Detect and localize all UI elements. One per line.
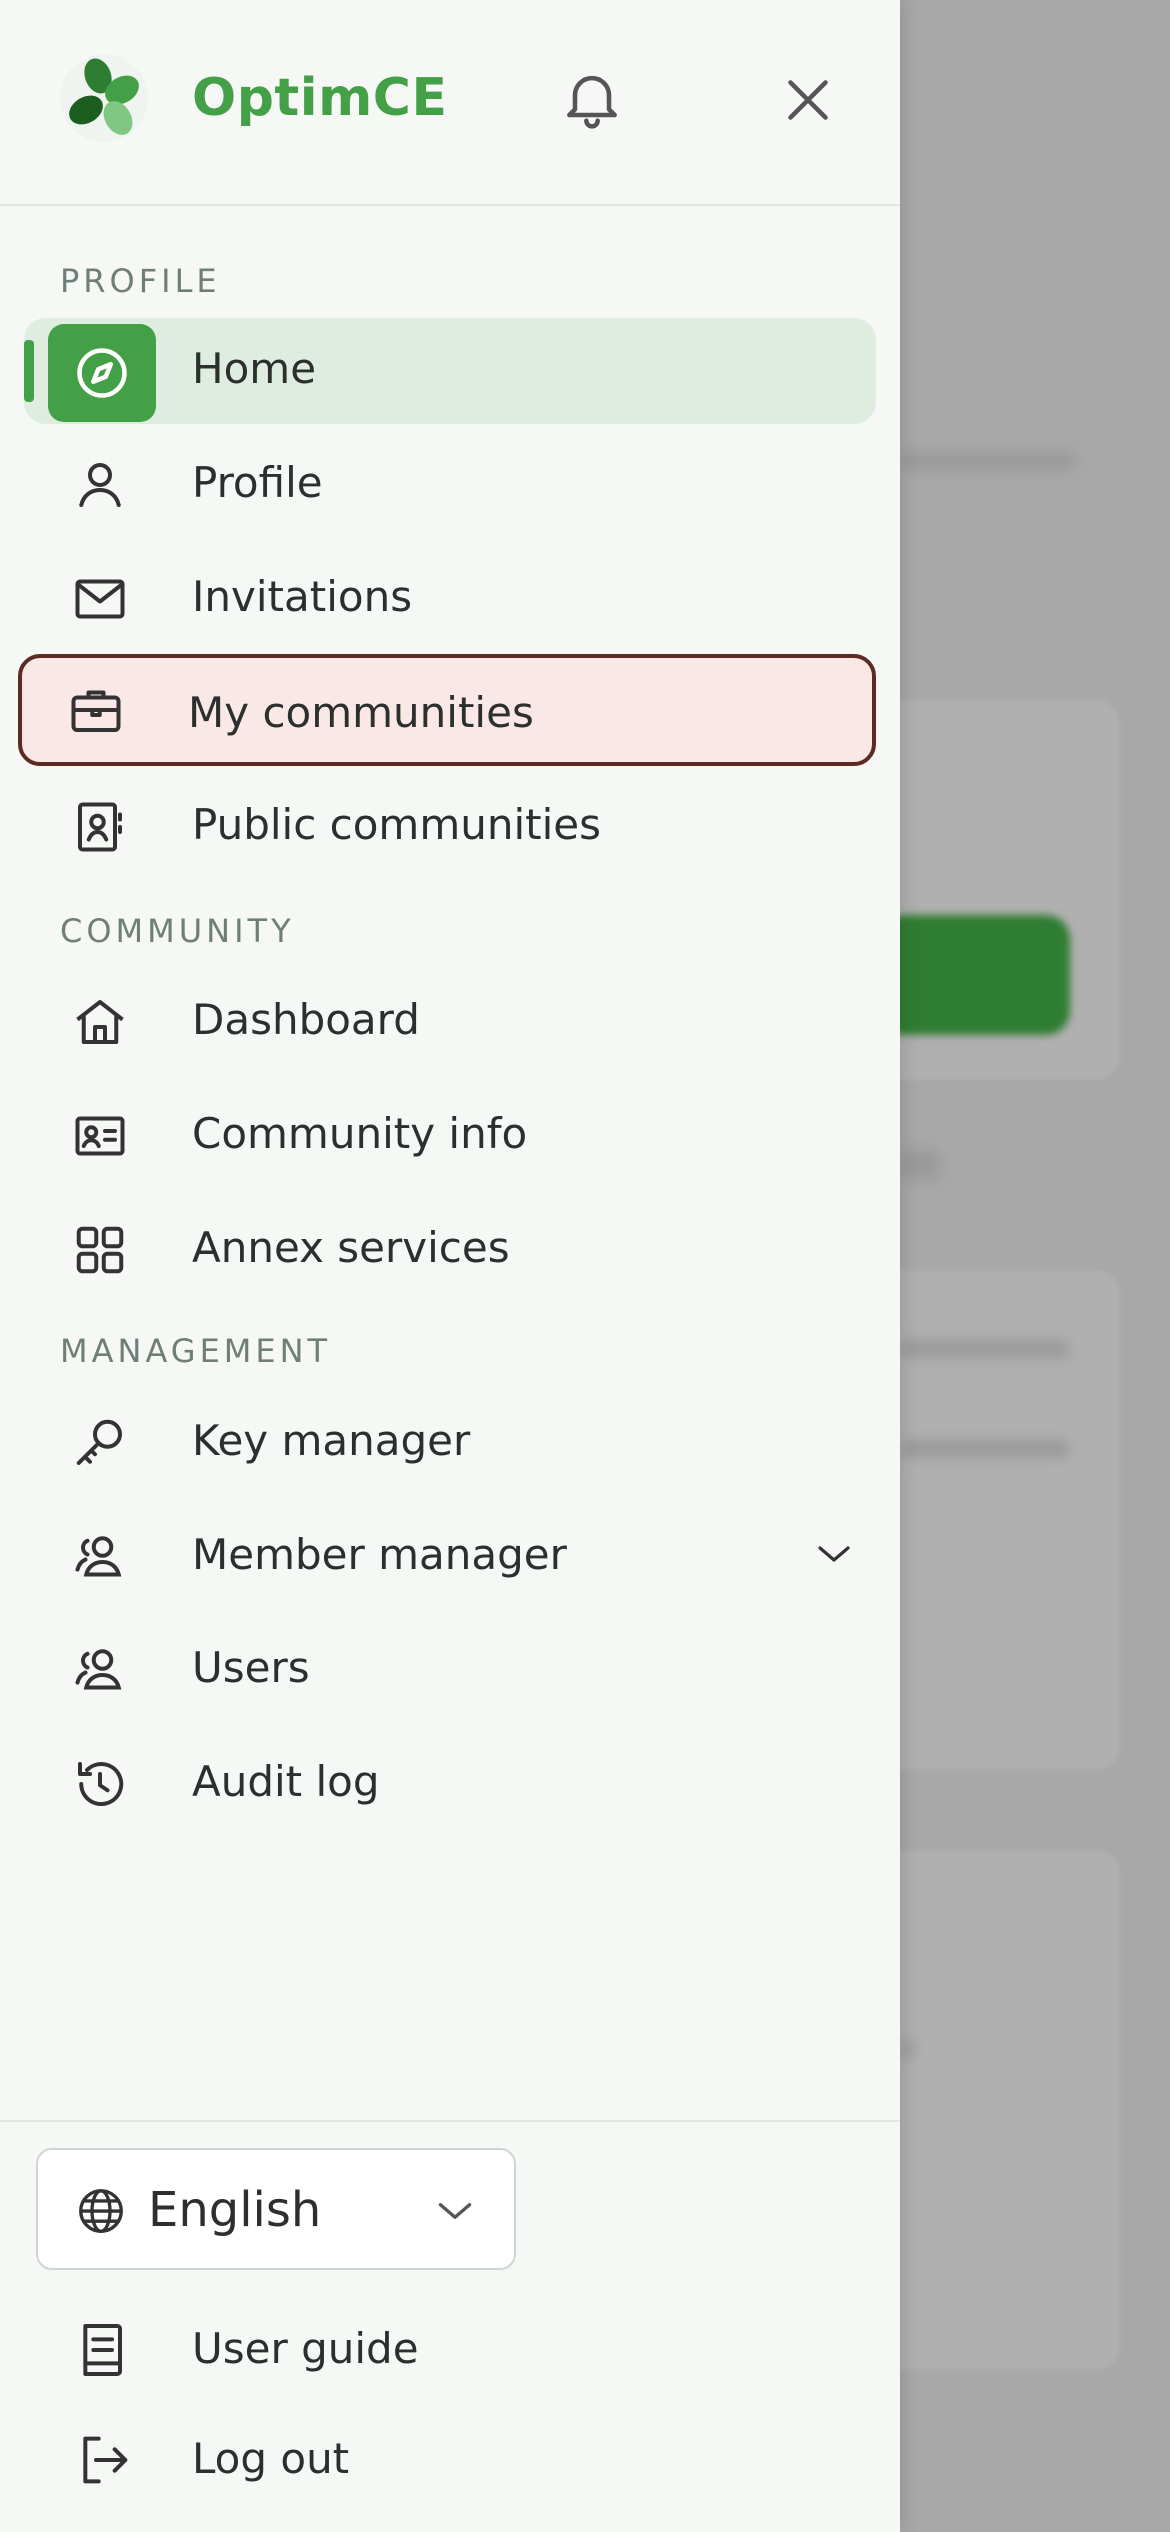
footer-divider xyxy=(0,2120,900,2122)
nav-item-label: Key manager xyxy=(192,1416,471,1465)
contact-book-icon xyxy=(78,802,122,852)
nav-item-label: Invitations xyxy=(192,572,413,621)
log-out-label: Log out xyxy=(192,2434,350,2483)
section-title-management: MANAGEMENT xyxy=(60,1332,332,1370)
book-icon xyxy=(83,2324,122,2376)
briefcase-icon xyxy=(71,690,121,732)
nav-item-dashboard[interactable]: Dashboard xyxy=(24,969,876,1075)
nav-item-community-info[interactable]: Community info xyxy=(24,1083,876,1189)
globe-icon xyxy=(79,2189,123,2233)
nav-item-annex-services[interactable]: Annex services xyxy=(24,1197,876,1303)
compass-icon xyxy=(77,348,127,398)
chevron-down-icon[interactable] xyxy=(810,1530,858,1578)
chevron-down-icon xyxy=(438,2203,472,2219)
close-icon[interactable] xyxy=(778,70,838,130)
section-title-community: COMMUNITY xyxy=(60,912,295,950)
nav-item-audit-log[interactable]: Audit log xyxy=(24,1731,876,1837)
nav-item-label: Annex services xyxy=(192,1223,510,1272)
logout-icon xyxy=(83,2436,128,2484)
nav-item-member-manager[interactable]: Member manager xyxy=(24,1504,876,1610)
nav-item-key-manager[interactable]: Key manager xyxy=(24,1390,876,1496)
bell-icon[interactable] xyxy=(558,64,626,132)
history-icon xyxy=(78,1762,124,1806)
home-icon xyxy=(76,1000,124,1044)
nav-item-label: Public communities xyxy=(192,800,602,849)
section-title-profile: PROFILE xyxy=(60,262,221,300)
nav-item-label: Home xyxy=(192,344,317,393)
id-card-icon xyxy=(75,1116,125,1156)
nav-item-label: Member manager xyxy=(192,1530,567,1579)
clover-logo-icon xyxy=(60,54,148,142)
nav-item-label: My communities xyxy=(188,688,534,737)
nav-item-label: Audit log xyxy=(192,1757,380,1806)
nav-item-home[interactable]: Home xyxy=(24,318,876,424)
nav-item-label: Profile xyxy=(192,458,323,507)
log-out-link[interactable]: Log out xyxy=(60,2420,860,2500)
active-indicator xyxy=(24,340,34,402)
nav-item-label: Community info xyxy=(192,1109,528,1158)
key-icon xyxy=(76,1419,122,1465)
app-brand-name: OptimCE xyxy=(192,68,448,128)
nav-item-public-communities[interactable]: Public communities xyxy=(24,774,876,880)
users-icon xyxy=(75,1649,122,1690)
navigation-drawer: OptimCE PROFILE Home Profile Invitations… xyxy=(0,0,900,2532)
grid-icon xyxy=(76,1226,124,1274)
nav-item-label: Users xyxy=(192,1643,310,1692)
language-select[interactable]: English xyxy=(36,2148,516,2270)
drawer-header: OptimCE xyxy=(0,0,900,206)
users-icon xyxy=(75,1536,122,1577)
user-icon xyxy=(79,463,121,507)
nav-item-invitations[interactable]: Invitations xyxy=(24,546,876,652)
nav-item-users[interactable]: Users xyxy=(24,1617,876,1723)
nav-item-my-communities[interactable]: My communities xyxy=(18,654,876,766)
nav-item-profile[interactable]: Profile xyxy=(24,432,876,538)
user-guide-label: User guide xyxy=(192,2324,419,2373)
user-guide-link[interactable]: User guide xyxy=(60,2310,860,2390)
active-icon-box xyxy=(48,324,156,422)
language-value: English xyxy=(148,2182,322,2238)
envelope-icon xyxy=(75,579,125,619)
nav-item-label: Dashboard xyxy=(192,995,420,1044)
